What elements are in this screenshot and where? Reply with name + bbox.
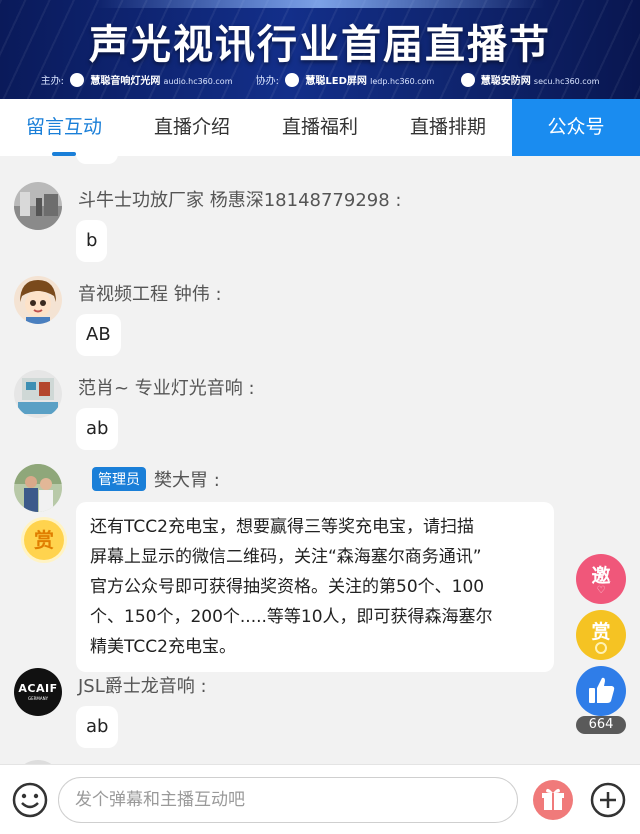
avatar[interactable] — [14, 276, 62, 324]
organizer-name: 慧聪音响灯光网 — [90, 76, 161, 87]
co-organizer-2-name: 慧聪安防网 — [480, 76, 531, 87]
avatar[interactable] — [14, 370, 62, 418]
co-organizer-1-name: 慧聪LED屏网 — [305, 76, 367, 87]
organizer-url: audio.hc360.com — [163, 77, 233, 86]
organizer-logo-icon — [70, 73, 85, 87]
message-username: 管理员 樊大胃 : — [92, 466, 220, 492]
message-bubble-long: 还有TCC2充电宝，想要赢得三等奖充电宝，请扫描 屏幕上显示的微信二维码，关注“… — [76, 502, 554, 672]
tab-official-account[interactable]: 公众号 — [512, 99, 640, 156]
co-organizer-1-logo-icon — [285, 73, 300, 87]
gift-icon — [542, 788, 564, 810]
message-username: JSL爵士龙音响 : — [78, 676, 207, 697]
banner-sponsors: 主办: 慧聪音响灯光网 audio.hc360.com 协办: 慧聪LED屏网 … — [0, 72, 640, 87]
admin-badge: 管理员 — [92, 467, 146, 491]
avatar-logo-subtext: GERMANY — [27, 696, 49, 701]
message-username: 范肖~ 专业灯光音响 : — [78, 378, 255, 399]
reward-button[interactable]: 赏 — [576, 610, 626, 660]
message-username: 音视频工程 钟伟 : — [78, 284, 222, 305]
co-organizer-1: 协办: 慧聪LED屏网 ledp.hc360.com — [255, 72, 435, 87]
gift-button[interactable] — [533, 780, 573, 820]
avatar-logo-text: ACAIF — [18, 682, 58, 695]
danmaku-input[interactable] — [58, 777, 518, 823]
invite-label: 邀 — [591, 565, 611, 587]
tab-welfare[interactable]: 直播福利 — [256, 99, 384, 156]
like-count: 664 — [576, 716, 626, 734]
message-line: 个、150个，200个.....等等10人，即可获得森海塞尔 — [90, 607, 493, 627]
plus-icon[interactable] — [590, 782, 626, 818]
avatar[interactable]: ACAIF GERMANY — [14, 668, 62, 716]
message-username: 斗牛士功放厂家 杨惠深18148779298 : — [78, 190, 402, 211]
co-organizer-1-url: ledp.hc360.com — [370, 77, 435, 86]
reward-label: 赏 — [591, 621, 611, 643]
tab-intro[interactable]: 直播介绍 — [128, 99, 256, 156]
organizer: 主办: 慧聪音响灯光网 audio.hc360.com — [40, 72, 233, 87]
reward-badge[interactable]: 赏 — [24, 520, 64, 560]
event-banner: 声光视讯行业首届直播节 主办: 慧聪音响灯光网 audio.hc360.com … — [0, 0, 640, 99]
coin-icon — [595, 642, 607, 654]
tab-bar: 留言互动 直播介绍 直播福利 直播排期 公众号 — [0, 99, 640, 156]
heart-icon: ♡ — [596, 585, 606, 596]
chat-list[interactable]: 斗牛士功放厂家 杨惠深18148779298 : b 音视频工程 钟伟 : AB — [0, 156, 640, 764]
organizer-label: 主办: — [40, 76, 64, 87]
banner-light-strip — [95, 0, 545, 8]
admin-username: 樊大胃 : — [154, 470, 220, 491]
message-bubble: ab — [76, 408, 119, 450]
co-organizer-2: 慧聪安防网 secu.hc360.com — [458, 72, 600, 87]
avatar[interactable] — [14, 182, 62, 230]
thumbs-up-icon — [589, 677, 615, 703]
tab-comments[interactable]: 留言互动 — [0, 99, 128, 156]
like-button[interactable] — [576, 666, 626, 716]
emoji-icon[interactable] — [12, 782, 48, 818]
message-bubble: ab — [76, 706, 119, 748]
co-organizer-2-url: secu.hc360.com — [533, 77, 600, 86]
avatar[interactable] — [14, 464, 62, 512]
message-line: 官方公众号即可获得抽奖资格。关注的第50个、100 — [90, 577, 485, 597]
message-line: 精美TCC2充电宝。 — [90, 637, 236, 657]
live-room-page: 声光视讯行业首届直播节 主办: 慧聪音响灯光网 audio.hc360.com … — [0, 0, 640, 834]
message-bubble: b — [76, 220, 108, 262]
co-organizer-2-logo-icon — [460, 73, 475, 87]
invite-button[interactable]: 邀 ♡ — [576, 554, 626, 604]
co-organizer-label: 协办: — [255, 76, 280, 87]
bottom-input-bar — [0, 764, 640, 834]
banner-title: 声光视讯行业首届直播节 — [89, 22, 551, 68]
message-line: 屏幕上显示的微信二维码，关注“森海塞尔商务通讯” — [90, 547, 482, 567]
message-line: 还有TCC2充电宝，想要赢得三等奖充电宝，请扫描 — [90, 517, 474, 537]
tab-schedule[interactable]: 直播排期 — [384, 99, 512, 156]
message-bubble: AB — [76, 314, 121, 356]
previous-message-bubble — [76, 156, 118, 164]
